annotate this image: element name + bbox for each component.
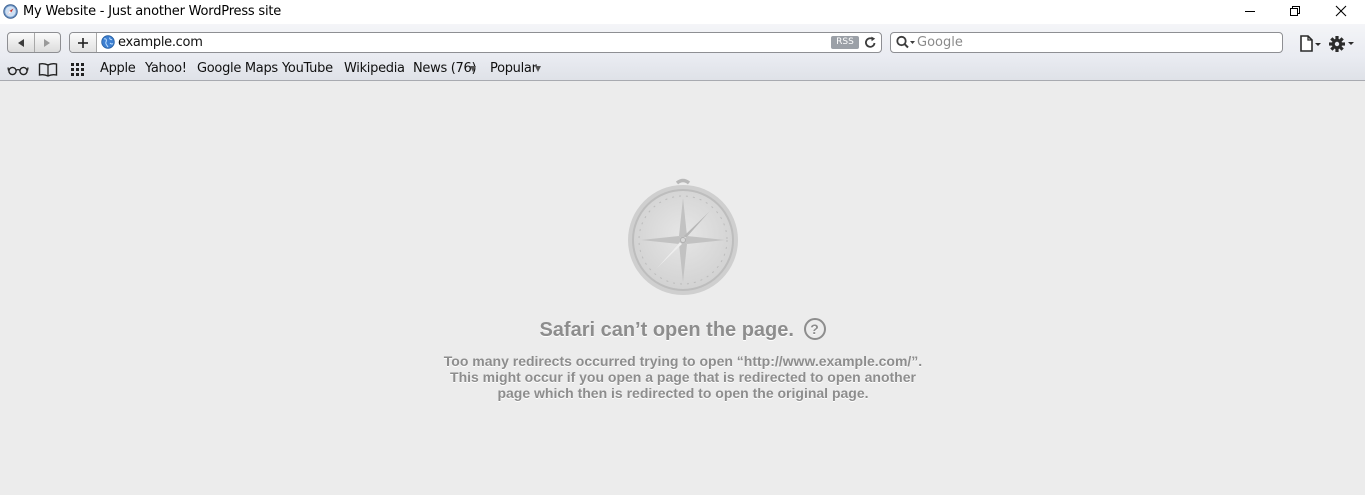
bookmark-google-maps[interactable]: Google Maps bbox=[197, 61, 278, 76]
safari-icon bbox=[3, 4, 18, 19]
chevron-down-icon bbox=[535, 66, 541, 72]
search-input[interactable] bbox=[917, 35, 1277, 50]
bookmarks-bar: Apple Yahoo! Google Maps YouTube Wikiped… bbox=[0, 58, 1365, 81]
reload-icon[interactable] bbox=[863, 35, 878, 50]
rss-button[interactable]: RSS bbox=[831, 36, 859, 49]
bookmark-apple[interactable]: Apple bbox=[100, 61, 136, 76]
compass-icon bbox=[628, 178, 738, 295]
chevron-down-icon bbox=[470, 66, 476, 72]
error-page: Safari can’t open the page. ? Too many r… bbox=[0, 82, 1365, 495]
error-message: Too many redirects occurred trying to op… bbox=[443, 353, 923, 401]
title-bar: My Website - Just another WordPress site bbox=[0, 0, 1365, 24]
book-icon[interactable] bbox=[38, 62, 58, 77]
close-button[interactable] bbox=[1318, 0, 1364, 22]
globe-icon bbox=[101, 35, 115, 49]
bookmark-folder-news[interactable]: News (76) bbox=[413, 61, 477, 76]
error-title-text: Safari can’t open the page. bbox=[539, 319, 794, 341]
page-menu-icon[interactable] bbox=[1298, 35, 1324, 53]
search-field[interactable] bbox=[890, 32, 1283, 53]
bookmark-youtube[interactable]: YouTube bbox=[282, 61, 333, 76]
add-bookmark-button[interactable] bbox=[70, 33, 97, 52]
grid-icon[interactable] bbox=[70, 62, 86, 77]
navigation-buttons bbox=[7, 32, 61, 53]
back-arrow-icon bbox=[17, 38, 24, 47]
minimize-button[interactable] bbox=[1227, 0, 1273, 22]
close-icon bbox=[1335, 5, 1347, 17]
plus-icon bbox=[78, 37, 88, 48]
restore-button[interactable] bbox=[1272, 0, 1318, 22]
forward-button[interactable] bbox=[33, 33, 61, 52]
restore-icon bbox=[1290, 6, 1300, 16]
minimize-icon bbox=[1245, 11, 1255, 12]
window-title: My Website - Just another WordPress site bbox=[23, 4, 282, 19]
bookmark-folder-popular[interactable]: Popular bbox=[490, 61, 537, 76]
bookmark-wikipedia[interactable]: Wikipedia bbox=[344, 61, 405, 76]
bookmark-yahoo[interactable]: Yahoo! bbox=[145, 61, 187, 76]
gear-icon[interactable] bbox=[1328, 34, 1356, 54]
help-button[interactable]: ? bbox=[803, 318, 826, 340]
back-button[interactable] bbox=[8, 33, 34, 52]
search-icon bbox=[896, 35, 915, 49]
address-bar[interactable]: example.com RSS bbox=[69, 32, 882, 53]
glasses-icon[interactable] bbox=[7, 62, 29, 77]
url-text: example.com bbox=[118, 35, 203, 50]
browser-toolbar: example.com RSS bbox=[0, 24, 1365, 58]
forward-arrow-icon bbox=[44, 38, 51, 47]
error-title: Safari can’t open the page. ? bbox=[440, 318, 925, 342]
